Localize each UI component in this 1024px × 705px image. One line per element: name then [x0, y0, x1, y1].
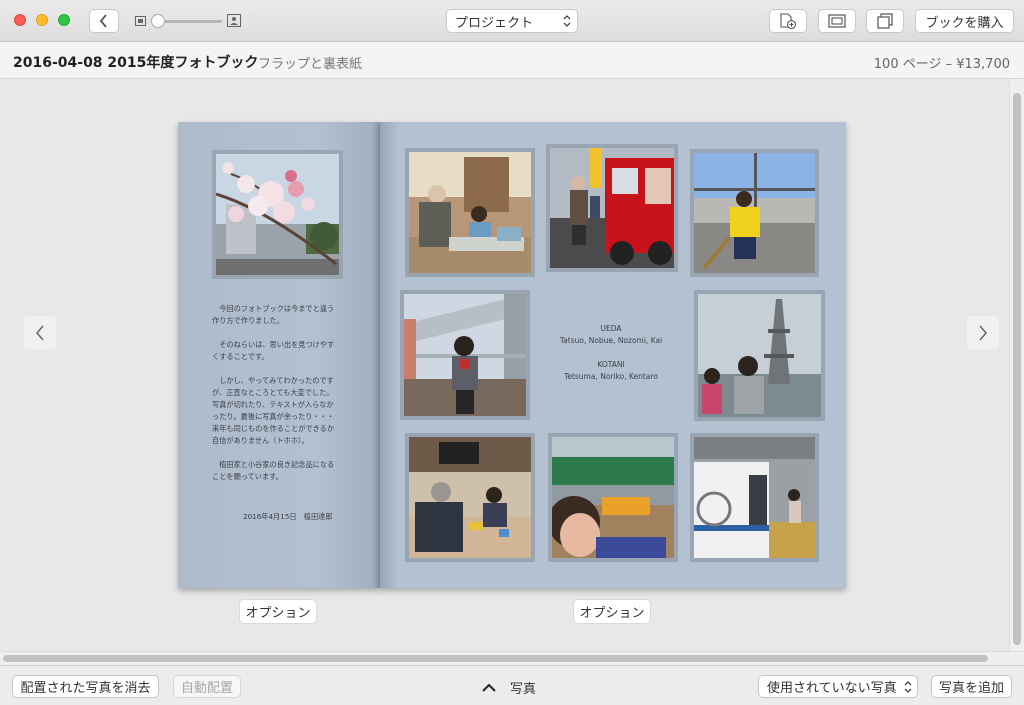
- zoom-slider-knob[interactable]: [151, 14, 165, 28]
- photo-image: [694, 437, 815, 558]
- add-photos-label: 写真を追加: [938, 681, 1004, 696]
- layout-button[interactable]: [818, 9, 856, 33]
- bottom-toolbar: 配置された写真を消去 自動配置 写真 使用されていない写真 写真を追加: [0, 665, 1024, 705]
- zoom-small-icon: [135, 16, 146, 26]
- photos-toggle-label: 写真: [510, 681, 537, 697]
- left-page[interactable]: 今回のフォトブックは今までと違う 作り方で作りました。 そのねらいは、思い出を見…: [178, 122, 380, 588]
- project-menu-label: プロジェクト: [455, 15, 534, 31]
- clear-placed-photos-button[interactable]: 配置された写真を消去: [12, 675, 159, 698]
- photos-toggle[interactable]: 写真: [482, 678, 537, 697]
- add-page-icon: [780, 13, 797, 29]
- right-page[interactable]: UEDA Tatsuo, Nobue, Nozomi, Kai KOTANI T…: [380, 122, 846, 588]
- photo-image: [694, 153, 815, 273]
- message-text[interactable]: 今回のフォトブックは今までと違う 作り方で作りました。 そのねらいは、思い出を見…: [212, 303, 334, 483]
- page-view-button[interactable]: [866, 9, 904, 33]
- photo-filter-label: 使用されていない写真: [767, 681, 897, 696]
- right-page-options-button[interactable]: オプション: [574, 600, 650, 623]
- family1-members: Tatsuo, Nobue, Nozomi, Kai: [559, 336, 663, 345]
- autofill-label: 自動配置: [180, 681, 233, 696]
- photo-tv-tower[interactable]: [694, 290, 825, 421]
- photo-fire-truck[interactable]: [546, 144, 678, 272]
- buy-book-button[interactable]: ブックを購入: [915, 9, 1014, 33]
- signature-text[interactable]: 2016年4月15日 植田達郎: [243, 511, 333, 523]
- zoom-large-icon: [227, 14, 241, 27]
- updown-chevron-icon: [563, 15, 571, 27]
- photo-boy-yellow-jacket[interactable]: [690, 149, 819, 277]
- clear-placed-photos-label: 配置された写真を消去: [20, 681, 151, 696]
- cover-type: フラップと裏表紙: [258, 57, 363, 72]
- chevron-left-icon: [99, 14, 107, 28]
- previous-spread-button[interactable]: [24, 316, 56, 349]
- next-spread-button[interactable]: [967, 316, 999, 349]
- left-page-options-label: オプション: [245, 606, 311, 621]
- family-names-block[interactable]: UEDA Tatsuo, Nobue, Nozomi, Kai KOTANI T…: [540, 323, 682, 383]
- chevron-up-icon: [482, 683, 496, 692]
- photo-image: [404, 294, 526, 416]
- photo-image: [550, 148, 674, 268]
- photo-image: [216, 154, 339, 275]
- photo-cherry-blossoms[interactable]: [212, 150, 343, 279]
- family2-name: KOTANI: [597, 360, 625, 369]
- horizontal-scrollbar[interactable]: [0, 651, 1024, 665]
- page-view-icon: [877, 13, 893, 29]
- layout-icon: [828, 14, 846, 28]
- autofill-button[interactable]: 自動配置: [173, 675, 241, 698]
- buy-book-label: ブックを購入: [925, 15, 1004, 31]
- book-title: 2016-04-08 2015年度フォトブック: [13, 55, 259, 71]
- photo-image: [552, 437, 674, 558]
- photo-boy-with-toy-train[interactable]: [548, 433, 678, 562]
- horizontal-scroll-thumb[interactable]: [3, 655, 988, 662]
- photo-grandfather-and-boy[interactable]: [405, 148, 535, 277]
- right-page-options-label: オプション: [579, 606, 645, 621]
- minimize-window-button[interactable]: [36, 14, 48, 26]
- project-menu[interactable]: プロジェクト: [446, 9, 578, 33]
- add-photos-button[interactable]: 写真を追加: [931, 675, 1012, 698]
- photo-image: [698, 294, 821, 417]
- family1-name: UEDA: [600, 324, 622, 333]
- photo-image: [409, 152, 531, 273]
- photo-filter-menu[interactable]: 使用されていない写真: [758, 675, 918, 698]
- vertical-scrollbar[interactable]: [1009, 79, 1024, 651]
- vertical-scroll-thumb[interactable]: [1013, 93, 1021, 645]
- zoom-window-button[interactable]: [58, 14, 70, 26]
- add-page-button[interactable]: [769, 9, 807, 33]
- updown-chevron-icon: [904, 681, 912, 693]
- back-button[interactable]: [89, 9, 119, 33]
- family2-members: Tetsuma, Noriko, Kentaro: [564, 372, 658, 381]
- close-window-button[interactable]: [14, 14, 26, 26]
- book-info-bar: 2016-04-08 2015年度フォトブック フラップと裏表紙 100 ページ…: [0, 42, 1024, 79]
- chevron-left-icon: [36, 325, 44, 340]
- photo-bullet-train[interactable]: [690, 433, 819, 562]
- page-count-price: 100 ページ – ¥13,700: [873, 57, 1010, 72]
- photo-playing-with-toys[interactable]: [405, 433, 535, 562]
- title-bar: プロジェクト ブックを購入: [0, 0, 1024, 42]
- photo-image: [409, 437, 531, 558]
- left-page-options-button[interactable]: オプション: [240, 600, 316, 623]
- chevron-right-icon: [979, 325, 987, 340]
- photo-boy-on-bridge[interactable]: [400, 290, 530, 420]
